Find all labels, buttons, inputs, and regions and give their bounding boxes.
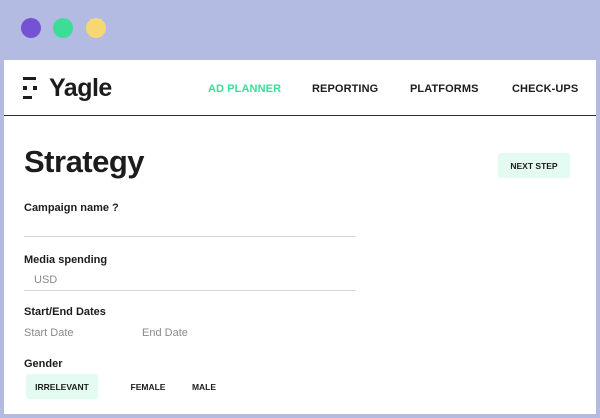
nav-item-platforms[interactable]: PLATFORMS <box>410 83 479 95</box>
start-date-input[interactable]: Start Date <box>24 327 74 339</box>
logo[interactable]: Yagle <box>23 74 112 102</box>
window-maximize-dot[interactable] <box>86 18 106 38</box>
campaign-name-input[interactable] <box>24 236 356 237</box>
media-spending-underline <box>24 290 356 291</box>
robot-face-icon <box>23 77 42 99</box>
app-window: Yagle AD PLANNER REPORTING PLATFORMS CHE… <box>4 60 596 414</box>
gender-option-female[interactable]: FEMALE <box>128 374 168 399</box>
media-spending-input[interactable]: USD <box>34 274 57 286</box>
logo-text: Yagle <box>49 74 112 102</box>
next-step-button[interactable]: NEXT STEP <box>498 153 570 178</box>
nav-item-reporting[interactable]: REPORTING <box>312 83 378 95</box>
end-date-input[interactable]: End Date <box>142 327 188 339</box>
media-spending-label: Media spending <box>24 254 108 266</box>
nav-item-ad-planner[interactable]: AD PLANNER <box>208 83 281 95</box>
gender-label: Gender <box>24 358 63 370</box>
nav-item-check-ups[interactable]: CHECK-UPS <box>512 83 578 95</box>
gender-option-irrelevant[interactable]: IRRELEVANT <box>26 374 98 399</box>
top-nav-bar: Yagle AD PLANNER REPORTING PLATFORMS CHE… <box>4 60 596 116</box>
campaign-name-label: Campaign name ? <box>24 202 119 214</box>
page-title: Strategy <box>24 144 145 179</box>
window-minimize-dot[interactable] <box>53 18 73 38</box>
dates-label: Start/End Dates <box>24 306 106 318</box>
window-close-dot[interactable] <box>21 18 41 38</box>
gender-option-male[interactable]: MALE <box>188 374 220 399</box>
